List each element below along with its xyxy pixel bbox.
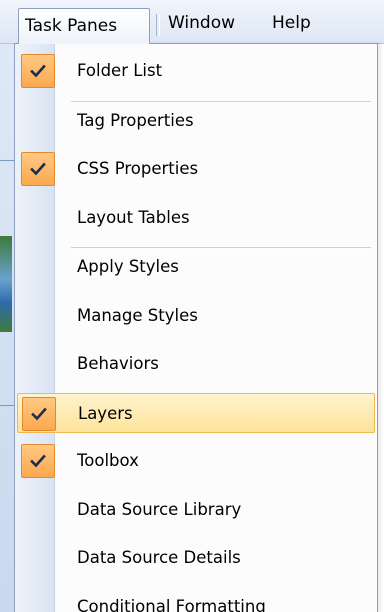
checkmark-icon — [21, 152, 55, 186]
menu-task-panes-label: Task Panes — [25, 16, 118, 36]
checkmark-icon — [21, 54, 55, 88]
menu-item-label: Data Source Library — [77, 499, 242, 519]
menu-window-label: Window — [168, 13, 236, 33]
menu-task-panes[interactable]: Task Panes — [18, 8, 150, 44]
menu-item-layout-tables[interactable]: Layout Tables — [17, 198, 375, 238]
menubar-separator — [156, 14, 160, 36]
task-panes-dropdown: Folder List Tag Properties CSS Properties L… — [14, 43, 378, 612]
menu-item-behaviors[interactable]: Behaviors — [17, 344, 375, 384]
menu-item-label: Manage Styles — [77, 305, 198, 325]
menu-item-conditional-formatting[interactable]: Conditional Formatting — [17, 587, 375, 612]
menu-help-label: Help — [272, 13, 311, 33]
menu-item-tag-properties[interactable]: Tag Properties — [17, 101, 375, 141]
menu-item-css-properties[interactable]: CSS Properties — [17, 149, 375, 189]
checkmark-icon — [22, 396, 56, 431]
background-image-thumbnail — [0, 236, 12, 332]
menu-item-data-source-library[interactable]: Data Source Library — [17, 490, 375, 530]
menu-item-label: Behaviors — [77, 354, 159, 373]
menu-item-label: Data Source Details — [77, 548, 241, 567]
menu-item-apply-styles[interactable]: Apply Styles — [17, 247, 375, 287]
menu-item-label: CSS Properties — [77, 159, 199, 178]
menu-window[interactable]: Window — [162, 10, 241, 36]
menu-bar: Task Panes Window Help — [0, 0, 384, 44]
menu-item-label: Toolbox — [77, 451, 139, 470]
menu-item-label: Tag Properties — [77, 110, 194, 130]
menu-item-toolbox[interactable]: Toolbox — [17, 441, 375, 481]
checkmark-icon — [21, 444, 55, 478]
menu-item-label: Layout Tables — [77, 207, 190, 227]
screen: Task Panes Window Help Folder List Tag Pr… — [0, 0, 384, 612]
menu-item-label: Folder List — [77, 61, 163, 80]
menu-item-layers[interactable]: Layers — [17, 392, 375, 433]
menu-item-data-source-details[interactable]: Data Source Details — [17, 538, 375, 578]
background-divider — [0, 405, 14, 406]
menu-item-manage-styles[interactable]: Manage Styles — [17, 296, 375, 336]
menu-item-label: Apply Styles — [77, 257, 179, 276]
menu-item-label: Conditional Formatting — [77, 596, 266, 612]
menu-item-folder-list[interactable]: Folder List — [17, 51, 375, 91]
menu-help[interactable]: Help — [266, 10, 317, 36]
menu-item-label: Layers — [78, 403, 133, 423]
background-divider — [0, 160, 14, 161]
